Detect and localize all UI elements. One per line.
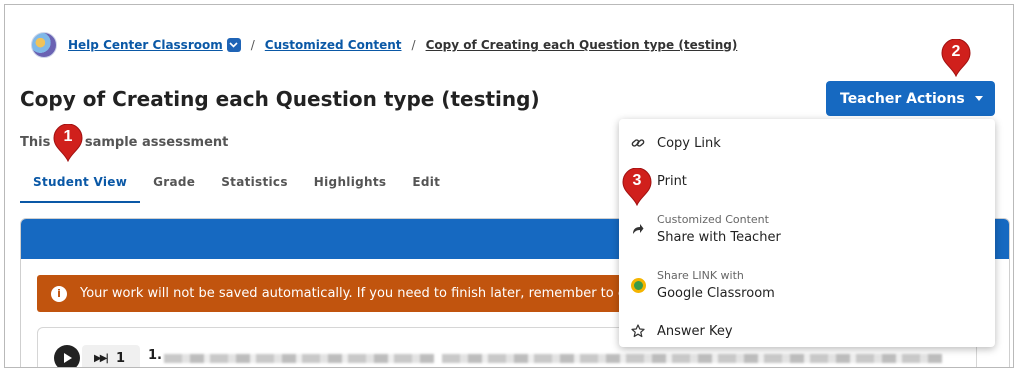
share-icon — [619, 223, 657, 235]
breadcrumb-current-link[interactable]: Copy of Creating each Question type (tes… — [426, 38, 738, 52]
menu-item-print[interactable]: Print — [619, 165, 995, 197]
marker-label: 3 — [632, 172, 642, 189]
breadcrumb-separator: / — [250, 38, 255, 52]
tab-edit[interactable]: Edit — [399, 167, 453, 203]
teacher-actions-button[interactable]: Teacher Actions — [826, 81, 995, 116]
link-icon — [619, 136, 657, 150]
menu-item-text: Share LINK with Google Classroom — [657, 269, 775, 301]
breadcrumb-section-link[interactable]: Customized Content — [265, 38, 402, 52]
menu-item-answer-key[interactable]: Answer Key — [619, 315, 995, 347]
tab-grade[interactable]: Grade — [140, 167, 208, 203]
google-classroom-logo — [630, 277, 646, 293]
tab-bar: Student View Grade Statistics Highlights… — [20, 167, 453, 203]
page-title: Copy of Creating each Question type (tes… — [20, 87, 540, 111]
app-frame: Help Center Classroom / Customized Conte… — [4, 4, 1014, 368]
tab-statistics[interactable]: Statistics — [208, 167, 301, 203]
teacher-actions-menu: Copy Link Print Customized Content Share… — [619, 119, 995, 347]
question-number: 1. — [148, 348, 162, 363]
menu-item-label: Share with Teacher — [657, 230, 781, 245]
blurred-question-text — [442, 354, 942, 363]
menu-item-label: Google Classroom — [657, 286, 775, 301]
marker-label: 2 — [951, 43, 961, 60]
menu-item-sublabel: Customized Content — [657, 213, 769, 226]
marker-label: 1 — [63, 128, 73, 145]
menu-item-label: Print — [657, 173, 687, 189]
classroom-avatar — [31, 32, 57, 58]
menu-item-share-with-teacher[interactable]: Customized Content Share with Teacher — [619, 209, 995, 249]
menu-item-copy-link[interactable]: Copy Link — [619, 127, 995, 159]
menu-item-label: Answer Key — [657, 323, 733, 339]
menu-item-google-classroom[interactable]: Share LINK with Google Classroom — [619, 265, 995, 305]
menu-item-sublabel: Share LINK with — [657, 269, 744, 282]
google-classroom-icon — [619, 277, 657, 293]
menu-item-text: Customized Content Share with Teacher — [657, 213, 781, 245]
star-icon — [619, 324, 657, 338]
teacher-actions-label: Teacher Actions — [840, 90, 965, 107]
annotation-marker: 1 — [53, 124, 83, 162]
play-button[interactable] — [54, 345, 80, 367]
alert-text: Your work will not be saved automaticall… — [80, 286, 647, 301]
breadcrumb-classroom-link[interactable]: Help Center Classroom — [68, 38, 223, 52]
tab-student-view[interactable]: Student View — [20, 167, 141, 203]
info-icon: i — [51, 285, 67, 302]
stepper-value: 1 — [116, 351, 126, 366]
blurred-question-image — [164, 354, 434, 363]
chevron-down-icon[interactable] — [226, 38, 241, 52]
breadcrumb-separator: / — [411, 38, 416, 52]
page-subtitle: This is a sample assessment — [20, 135, 229, 150]
annotation-marker: 3 — [622, 168, 652, 206]
tab-highlights[interactable]: Highlights — [301, 167, 400, 203]
question-stepper[interactable]: ▶▶| 1 — [82, 345, 140, 367]
menu-item-label: Copy Link — [657, 135, 721, 151]
breadcrumb: Help Center Classroom / Customized Conte… — [31, 31, 737, 59]
skip-forward-icon: ▶▶| — [94, 353, 109, 364]
annotation-marker: 2 — [941, 39, 971, 77]
caret-down-icon — [974, 96, 983, 101]
